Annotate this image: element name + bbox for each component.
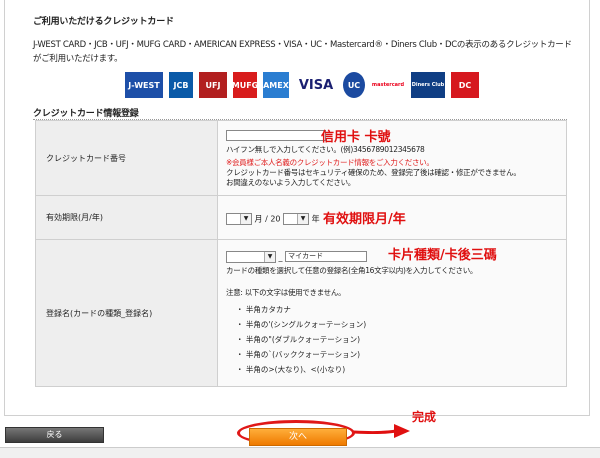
card-number-note: クレジットカード番号はセキュリティ確保のため、登録完了後は確認・修正ができません… [226,168,521,177]
annotation-complete: 完成 [412,410,437,424]
uc-logo: UC [343,72,365,98]
list-item: ・ 半角カタカナ [236,304,291,314]
card-logos: J-WEST JCB UFJ MUFG AMEX VISA UC mastercard Dine… [125,72,479,98]
reg-name-label: 登録名(カードの種類_登録名) [35,239,218,387]
jcb-logo: JCB [169,72,193,98]
date-separator: / [265,214,268,223]
arrow-right-icon [353,424,410,438]
annotation-card-type: 卡片種類/卡後三碼 [388,248,497,263]
card-type-select[interactable]: ▼ [226,250,276,263]
bottom-bar [0,447,600,458]
visa-logo: VISA [295,72,337,98]
card-number-hint: ハイフン無しで入力してください。(例)3456789012345678 [226,145,425,154]
year-prefix: 20 [270,214,281,223]
reg-name-input[interactable]: マイカード [285,251,368,262]
form-panel: ご利用いただけるクレジットカード J-WEST CARD・JCB・UFJ・MUF… [4,0,590,416]
reg-name-hint: カードの種類を選択して任意の登録名(全角16文字以内)を入力してください。 [226,265,478,275]
list-item: ・ 半角の'(シングルクォーテーション) [236,319,367,329]
back-button[interactable]: 戻る [5,427,104,443]
year-unit: 年 [311,214,320,223]
card-owner-warning: ※会員様ご本人名義のクレジットカード情報をご入力ください。 [226,158,434,167]
chevron-down-icon: ▼ [240,213,251,224]
forbidden-list: ・ 半角カタカナ ・ 半角の'(シングルクォーテーション) ・ 半角の"(ダブル… [226,302,558,377]
annotation-expiry: 有效期限月/年 [323,212,406,227]
underscore: _ [278,252,283,261]
amex-logo: AMEX [263,72,289,98]
diners-club-logo: Diners Club [411,72,445,98]
cards-section-title: ご利用いただけるクレジットカード [33,17,174,27]
mastercard-logo: mastercard [371,72,405,98]
annotation-card-number: 信用卡 卡號 [321,130,391,145]
expiry-label: 有効期限(月/年) [35,195,218,240]
ufj-card-logo: UFJ [199,72,227,98]
dc-card-logo: DC [451,72,479,98]
list-item: ・ 半角の>(大なり)、<(小なり) [236,364,346,374]
cards-description: J-WEST CARD・JCB・UFJ・MUFG CARD・AMERICAN E… [33,40,572,64]
chevron-down-icon: ▼ [264,251,275,262]
mufg-card-logo: MUFG [232,72,258,98]
expiry-month-select[interactable]: ▼ [226,212,252,225]
month-unit: 月 [254,214,263,223]
chevron-down-icon: ▼ [297,213,309,224]
list-item: ・ 半角の`(バッククォーテーション) [236,349,361,359]
expiry-year-select[interactable]: ▼ [283,212,310,225]
card-number-label: クレジットカード番号 [35,120,218,196]
registration-title: クレジットカード情報登録 [33,109,139,119]
next-button[interactable]: 次へ [249,428,347,446]
jwest-card-logo: J-WEST [125,72,163,98]
notice-title: 注意: 以下の文字は使用できません。 [226,287,346,297]
card-number-note-2: お間違えのないよう入力してください。 [226,178,355,187]
list-item: ・ 半角の"(ダブルクォーテーション) [236,334,361,344]
card-number-input[interactable] [226,130,326,141]
